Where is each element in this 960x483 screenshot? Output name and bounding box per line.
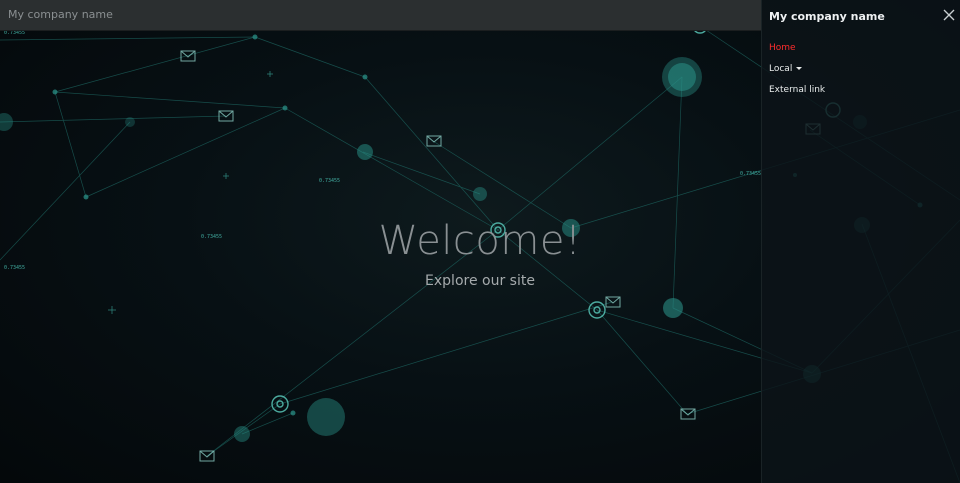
nav-item-external-link[interactable]: External link — [769, 85, 825, 95]
caret-down-icon — [796, 67, 803, 70]
nav-item-label: External link — [769, 85, 826, 95]
brand-link[interactable]: My company name — [8, 8, 113, 21]
nav-item-label: Home — [769, 43, 796, 53]
sidebar-menu: My company name Home Local External link — [761, 0, 960, 483]
sidebar-brand[interactable]: My company name — [769, 10, 885, 23]
data-label: 0.73455 — [740, 171, 761, 177]
data-label: 0.73455 — [4, 265, 25, 271]
nav-item-label: Local — [769, 64, 793, 74]
data-label: 0.73455 — [319, 178, 340, 184]
top-navbar: My company name — [0, 0, 761, 31]
nav-item-local[interactable]: Local — [769, 64, 825, 74]
sidebar-nav: Home Local External link — [769, 43, 825, 106]
close-icon[interactable] — [942, 8, 956, 22]
nav-item-home[interactable]: Home — [769, 43, 825, 53]
